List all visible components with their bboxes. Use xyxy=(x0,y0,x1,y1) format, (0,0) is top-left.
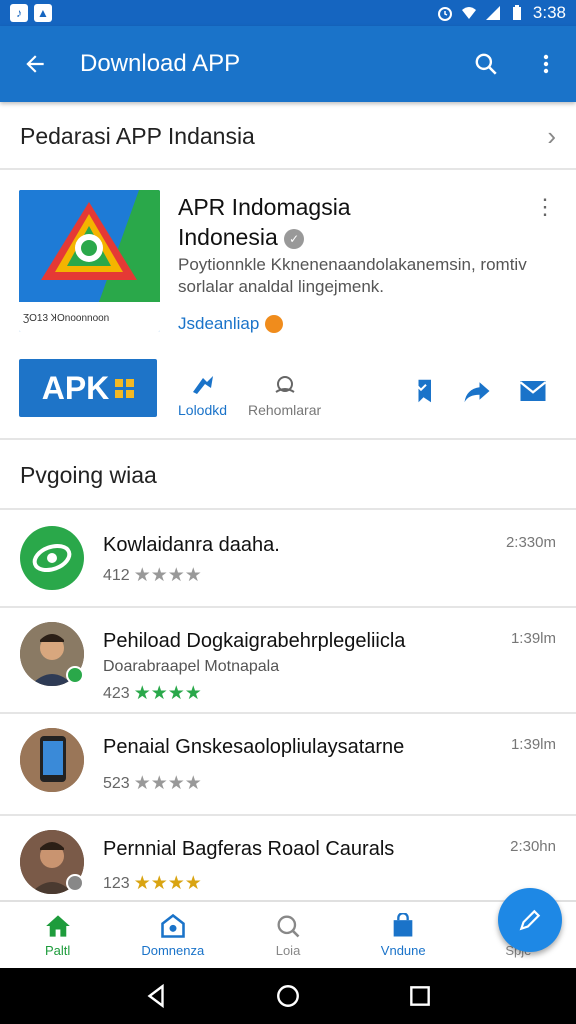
alarm-icon xyxy=(437,7,452,21)
download-icon xyxy=(192,376,213,394)
list-item-rating: 523 ★★★★ xyxy=(103,772,202,795)
list-item-time: 2:30hn xyxy=(510,838,556,855)
rating-count: 423 xyxy=(103,684,130,702)
list-item-title: Pehiload Dogkaigrabehrplegeliicla xyxy=(103,630,406,652)
list-item-avatar xyxy=(20,728,84,792)
more-options-button[interactable] xyxy=(516,26,576,102)
search-icon xyxy=(475,53,497,75)
apk-download-button[interactable]: APK xyxy=(19,359,157,417)
list-item[interactable]: Penaial Gnskesaolopliulaysatarne 523 ★★★… xyxy=(0,714,576,816)
app-more-button[interactable]: ⋮ xyxy=(534,194,556,220)
leaf-logo-icon xyxy=(32,543,72,573)
app-title: APR Indomagsia Indonesia ✓ xyxy=(178,192,518,252)
rating-stars: ★★★★ xyxy=(133,773,202,794)
rating-stars: ★★★★ xyxy=(133,873,202,894)
back-arrow-icon xyxy=(26,55,44,73)
status-bar: ♪ ▲ 3:38 xyxy=(0,0,576,26)
mail-icon[interactable] xyxy=(518,376,548,406)
list-item-title: Penaial Gnskesaolopliulaysatarne xyxy=(103,736,405,758)
nav-item-bag[interactable]: Vndune xyxy=(346,902,461,968)
recents-icon[interactable] xyxy=(407,983,433,1009)
list-item[interactable]: Pernnial Bagferas Roaol Caurals 123 ★★★★… xyxy=(0,816,576,906)
app-title-line1: APR Indomagsia xyxy=(178,194,351,220)
bookmark-icon[interactable] xyxy=(406,376,436,406)
app-logo-icon xyxy=(19,190,160,302)
app-bar: Download APP xyxy=(0,26,576,102)
battery-icon xyxy=(512,5,521,20)
list-item-time: 2:330m xyxy=(505,534,556,551)
list-item-time: 1:39lm xyxy=(510,736,556,753)
list-item-subtitle: Doarabraapel Motnapala xyxy=(103,658,280,675)
more-vert-icon xyxy=(543,54,549,74)
signal-icon xyxy=(485,6,500,20)
bag-icon xyxy=(393,912,413,936)
category-label: Pedarasi APP Indansia xyxy=(20,122,255,149)
share-icon[interactable] xyxy=(462,376,492,406)
system-navigation xyxy=(0,968,576,1024)
nav-label-search: Loia xyxy=(275,942,301,958)
nav-item-store[interactable]: Domnenza xyxy=(115,902,230,968)
chevron-right-icon: › xyxy=(547,120,556,151)
list-item-avatar xyxy=(20,526,84,590)
verified-badge-icon xyxy=(66,666,84,684)
home-icon xyxy=(45,914,70,937)
nav-item-search[interactable]: Loia xyxy=(230,902,345,968)
reviews-icon xyxy=(275,376,295,393)
list-item-rating: 412 ★★★★ xyxy=(103,564,202,587)
developer-name: Jsdeanliap xyxy=(178,314,260,333)
list-item-time: 1:39lm xyxy=(510,630,556,647)
wifi-icon xyxy=(461,7,476,19)
nav-label-home: Paltl xyxy=(44,942,71,958)
list-item[interactable]: Kowlaidanra daaha. 412 ★★★★ 2:330m xyxy=(0,512,576,608)
bottom-navigation: Paltl Domnenza Loia Vndune Spje xyxy=(0,900,576,968)
section-title: Pvgoing wiaa xyxy=(0,442,576,510)
app-list: Kowlaidanra daaha. 412 ★★★★ 2:330m Pehil… xyxy=(0,512,576,906)
page-title: Download APP xyxy=(80,50,241,77)
search-button[interactable] xyxy=(456,26,516,102)
rating-stars: ★★★★ xyxy=(133,565,202,586)
list-item-rating: 123 ★★★★ xyxy=(103,872,202,895)
list-item-title: Pernnial Bagferas Roaol Caurals xyxy=(103,838,395,860)
reviews-action[interactable]: Rehomlarar xyxy=(248,372,321,418)
nav-label-bag: Vndune xyxy=(380,942,426,958)
rating-stars: ★★★★ xyxy=(133,683,202,704)
rating-count: 123 xyxy=(103,874,130,892)
store-icon xyxy=(161,913,185,938)
rating-count: 412 xyxy=(103,566,130,584)
back-button[interactable] xyxy=(0,26,70,102)
edit-fab-button[interactable] xyxy=(498,888,562,952)
list-item-title: Kowlaidanra daaha. xyxy=(103,534,280,556)
app-icon[interactable]: ƷO13 ꞰOnoonnoon xyxy=(19,190,160,332)
nav-item-home[interactable]: Paltl xyxy=(0,902,115,968)
apk-grid-icon xyxy=(115,378,135,398)
status-time: 3:38 xyxy=(532,3,566,22)
developer-link[interactable]: Jsdeanliap xyxy=(178,314,284,334)
edit-icon xyxy=(519,909,541,931)
app-description: Poytionnkle Kknenenaandolakanemsin, romt… xyxy=(178,255,527,296)
list-item-rating: 423 ★★★★ xyxy=(103,682,202,705)
download-action-label: Lolodkd xyxy=(178,402,228,418)
notification-icon: ♪ xyxy=(10,4,28,22)
phone-photo-icon xyxy=(20,728,84,792)
rating-count: 523 xyxy=(103,774,130,792)
back-icon[interactable] xyxy=(143,983,169,1009)
nav-label-store: Domnenza xyxy=(141,942,205,958)
list-item[interactable]: Pehiload Dogkaigrabehrplegeliicla Doarab… xyxy=(0,608,576,714)
image-icon: ▲ xyxy=(34,4,52,22)
developer-badge-icon xyxy=(265,315,284,333)
app-icon-caption: ƷO13 ꞰOnoonnoon xyxy=(19,302,160,332)
apk-label: APK xyxy=(41,369,110,406)
reviews-action-label: Rehomlarar xyxy=(248,402,322,418)
category-row[interactable]: Pedarasi APP Indansia › xyxy=(0,104,576,170)
verified-badge-icon xyxy=(66,874,84,892)
home-circle-icon[interactable] xyxy=(275,983,301,1009)
app-title-line2: Indonesia xyxy=(178,224,278,250)
search-icon xyxy=(277,914,300,937)
verified-icon: ✓ xyxy=(284,228,305,249)
download-action[interactable]: Lolodkd xyxy=(178,372,227,418)
app-card: ƷO13 ꞰOnoonnoon APR Indomagsia Indonesia… xyxy=(0,172,576,440)
